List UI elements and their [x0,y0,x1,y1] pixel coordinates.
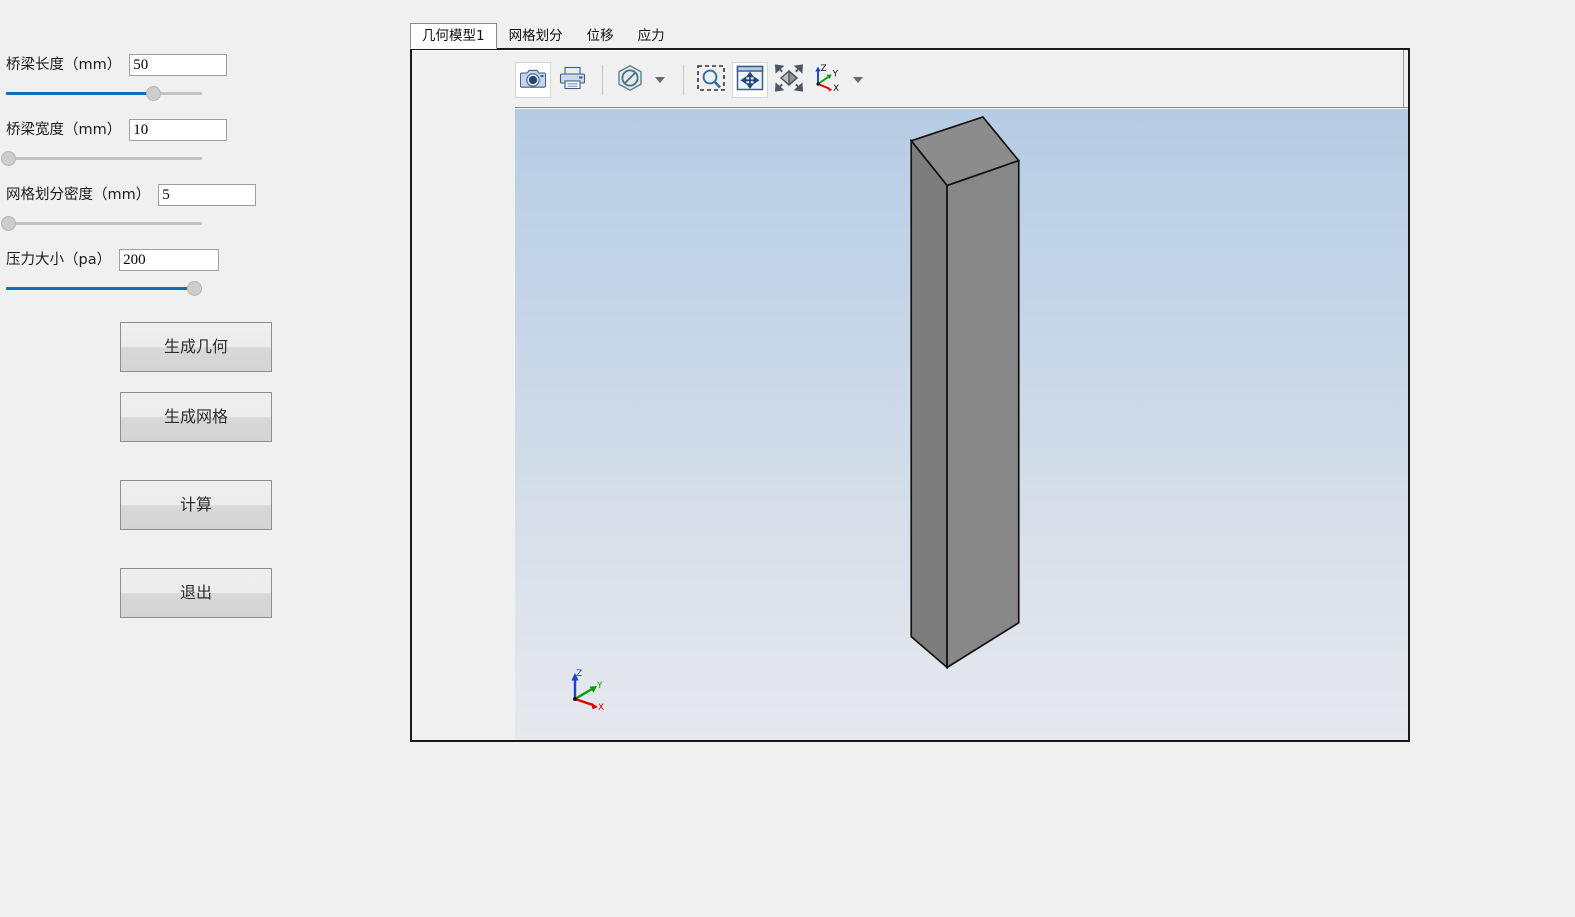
camera-icon [519,67,547,92]
compute-button[interactable]: 计算 [120,480,272,530]
parameter-panel: 桥梁长度（mm） 桥梁宽度（mm） 网格划分密度 [0,0,400,917]
toolbar-overflow-rail[interactable] [1403,50,1408,107]
param-group-pressure: 压力大小（pa） [0,247,330,297]
param-row: 压力大小（pa） [0,247,330,271]
exit-button[interactable]: 退出 [120,568,272,618]
slider-handle[interactable] [0,151,16,166]
param-label-mesh-density: 网格划分密度（mm） [6,187,151,203]
zoom-box-icon [696,64,726,95]
svg-text:Z: Z [821,64,827,74]
print-button[interactable] [554,62,590,98]
toolbar-separator [602,64,603,95]
param-label-bridge-length: 桥梁长度（mm） [6,57,122,73]
slider-fill [6,92,153,95]
mesh-density-slider[interactable] [0,216,202,232]
tab-geometry-model[interactable]: 几何模型1 [410,23,497,49]
fit-view-icon [774,64,804,95]
pressure-slider[interactable] [6,281,203,297]
tab-stress[interactable]: 应力 [626,23,677,49]
bridge-length-slider[interactable] [6,86,202,102]
svg-text:Z: Z [576,669,582,679]
svg-text:X: X [833,84,839,93]
view-orientation-button[interactable]: Z Y X [810,62,846,98]
viewer-left-gutter [412,107,515,740]
screenshot-button[interactable] [515,61,551,98]
viewer-frame: Z Y X Z Y X [410,48,1410,742]
chevron-down-icon [655,76,665,83]
tab-displacement[interactable]: 位移 [575,23,626,49]
chevron-down-icon [853,76,863,83]
slider-handle[interactable] [146,86,161,101]
pan-button[interactable] [732,61,768,98]
slider-handle[interactable] [0,216,16,231]
no-clip-icon [616,64,644,95]
param-row: 网格划分密度（mm） [0,182,330,206]
param-group-bridge-length: 桥梁长度（mm） [0,52,330,102]
pan-icon [736,65,764,94]
action-button-stack: 生成几何 生成网格 计算 退出 [120,322,272,638]
param-label-bridge-width: 桥梁宽度（mm） [6,122,122,138]
clip-plane-button[interactable] [612,62,648,98]
pressure-input[interactable] [119,249,220,271]
bridge-length-input[interactable] [129,54,228,76]
svg-text:Y: Y [832,70,839,80]
param-group-mesh-density: 网格划分密度（mm） [0,182,330,232]
bridge-width-input[interactable] [129,119,228,141]
tab-bar: 几何模型1 网格划分 位移 应力 [410,22,677,49]
fit-view-button[interactable] [771,62,807,98]
application-window: 桥梁长度（mm） 桥梁宽度（mm） 网格划分密度 [0,0,1575,917]
param-label-pressure: 压力大小（pa） [6,252,112,268]
axis-triad-icon: Z Y X [810,63,846,96]
tab-mesh[interactable]: 网格划分 [497,23,575,49]
slider-track [6,222,202,225]
param-row: 桥梁宽度（mm） [0,117,330,141]
bridge-width-slider[interactable] [0,151,202,167]
param-row: 桥梁长度（mm） [0,52,330,76]
svg-text:X: X [598,703,604,713]
generate-mesh-button[interactable]: 生成网格 [120,392,272,442]
slider-fill [6,287,195,290]
viewport-axis-triad: Z Y X [563,667,611,718]
slider-track [6,157,202,160]
beam-model[interactable] [515,109,1408,740]
viewer-toolbar: Z Y X [412,50,1408,108]
model-3d-viewport[interactable]: Z Y X [515,109,1408,740]
printer-icon [559,66,586,93]
mesh-density-input[interactable] [158,184,257,206]
viewer-area: 几何模型1 网格划分 位移 应力 Z Y X Z Y X [410,22,1410,742]
generate-geometry-button[interactable]: 生成几何 [120,322,272,372]
slider-handle[interactable] [187,281,203,296]
view-orientation-dropdown[interactable] [849,62,867,98]
zoom-box-button[interactable] [693,62,729,98]
clip-plane-dropdown[interactable] [651,62,669,98]
toolbar-separator [683,64,684,95]
svg-text:Y: Y [596,681,603,691]
param-group-bridge-width: 桥梁宽度（mm） [0,117,330,167]
